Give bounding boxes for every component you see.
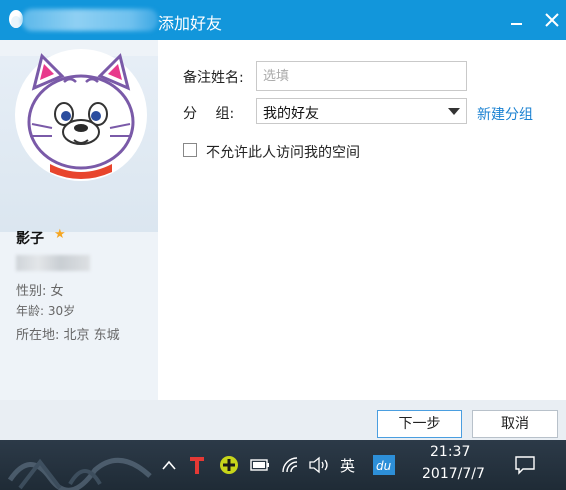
deny-space-checkbox[interactable] (183, 143, 197, 157)
plus-app-icon[interactable] (219, 455, 239, 475)
clock-time[interactable]: 21:37 (430, 444, 470, 460)
notification-icon[interactable] (514, 455, 536, 475)
blurred-contact-name (22, 9, 158, 31)
group-select-value: 我的好友 (263, 106, 319, 122)
remark-name-label: 备注姓名: (183, 70, 244, 86)
cancel-button[interactable]: 取消 (472, 410, 558, 438)
clock-date[interactable]: 2017/7/7 (422, 466, 485, 482)
avatar[interactable] (12, 46, 150, 184)
group-select[interactable]: 我的好友 (256, 98, 467, 124)
deny-space-label: 不允许此人访问我的空间 (206, 145, 360, 161)
blurred-account-id (16, 255, 90, 271)
volume-icon[interactable] (308, 456, 330, 474)
wallpaper-graffiti (7, 457, 152, 490)
title-bar: 添加好友 (0, 0, 566, 40)
next-button[interactable]: 下一步 (377, 410, 462, 438)
group-label: 分 组: (183, 106, 235, 122)
profile-age: 年龄: 30岁 (16, 304, 76, 318)
window-title: 添加好友 (158, 14, 223, 33)
wifi-icon[interactable] (281, 456, 299, 474)
ime-indicator[interactable]: 英 (340, 455, 355, 476)
chevron-up-icon[interactable] (161, 458, 177, 472)
remark-name-input[interactable] (256, 61, 467, 91)
dropdown-arrow-icon (448, 108, 460, 115)
new-group-link[interactable]: 新建分组 (477, 104, 533, 124)
profile-name: 影子 (16, 231, 44, 247)
svg-text:du: du (376, 459, 392, 473)
star-icon: ★ (54, 227, 66, 242)
close-button[interactable] (538, 6, 566, 34)
profile-location: 所在地: 北京 东城 (16, 328, 120, 343)
t-app-icon[interactable] (189, 455, 205, 475)
minimize-button[interactable] (502, 6, 530, 34)
baidu-icon[interactable]: du (373, 455, 395, 475)
profile-gender: 性别: 女 (16, 284, 64, 299)
battery-icon[interactable] (250, 458, 270, 472)
